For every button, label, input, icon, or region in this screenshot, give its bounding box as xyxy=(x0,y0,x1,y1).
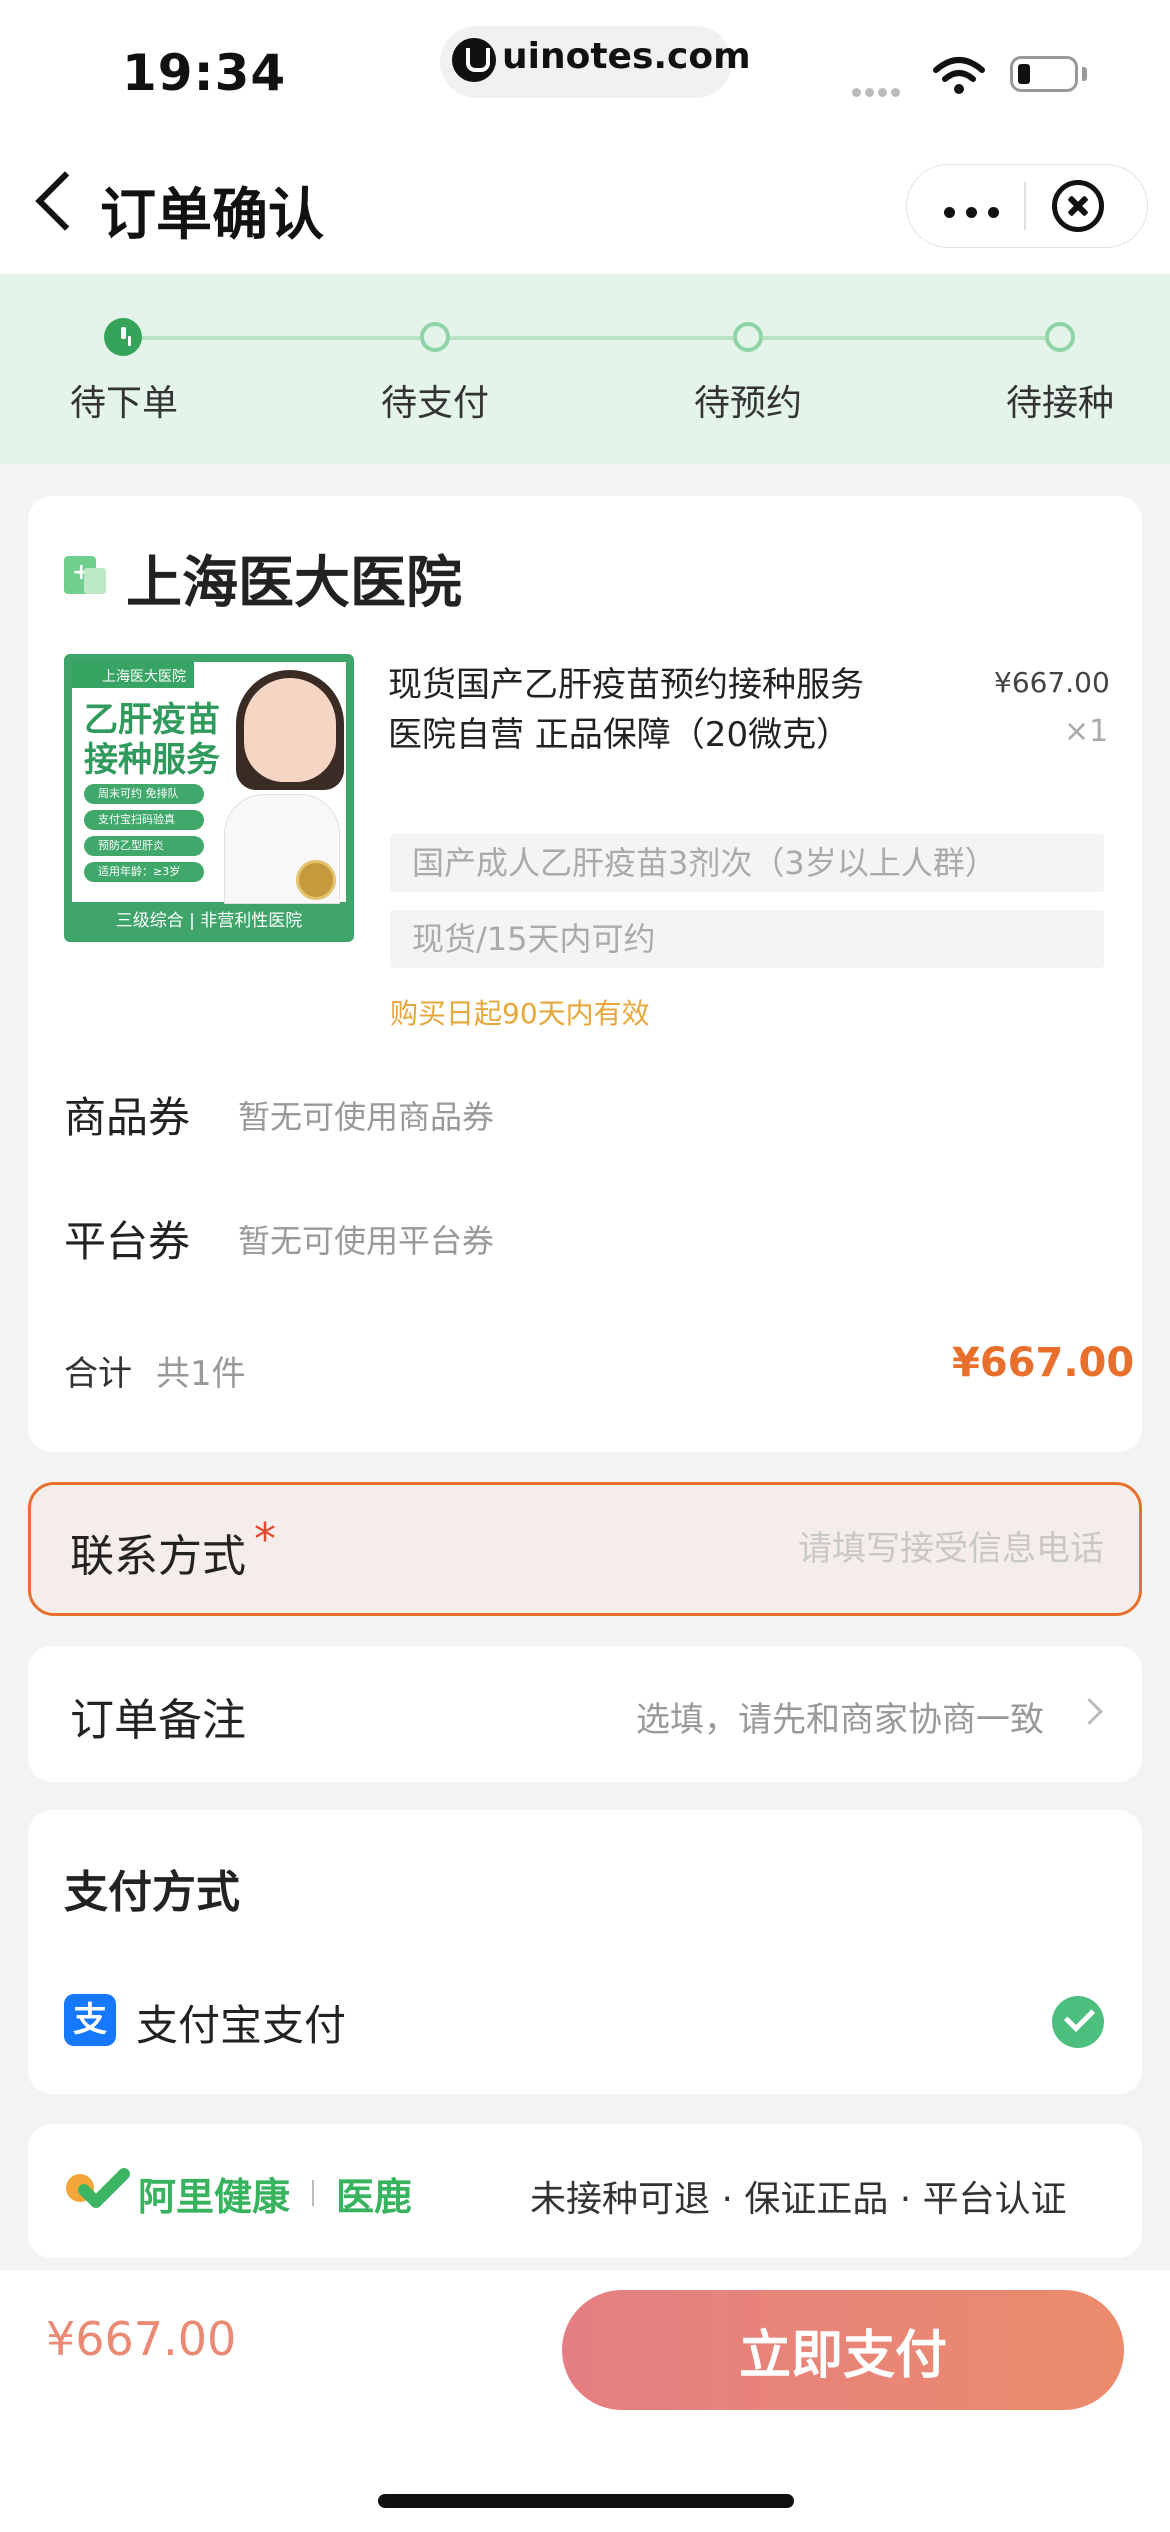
product-image-banner: 上海医大医院 xyxy=(72,662,194,688)
product-spec: 现货/15天内可约 xyxy=(390,910,1104,968)
hospital-name[interactable]: 上海医大医院 xyxy=(126,538,462,619)
product-image-feature: 支付宝扫码验真 xyxy=(84,810,204,830)
product-price: ¥667.00 xyxy=(994,666,1110,699)
wifi-icon xyxy=(933,57,985,94)
capsule-divider xyxy=(1024,182,1026,230)
step-label: 待下单 xyxy=(69,383,178,424)
remark-label: 订单备注 xyxy=(70,1695,246,1746)
total-amount: ¥667.00 xyxy=(952,1340,1135,1386)
page-title: 订单确认 xyxy=(100,183,324,248)
step-dot-pending-vaccination xyxy=(1045,322,1075,352)
total-label: 合计 xyxy=(64,1354,132,1394)
contact-phone-input[interactable] xyxy=(640,1520,1106,1578)
product-image-headline: 乙肝疫苗 接种服务 xyxy=(84,700,220,780)
required-mark: * xyxy=(254,1514,276,1565)
cellular-signal-icon xyxy=(852,82,904,101)
product-quantity: ×1 xyxy=(1064,714,1109,749)
product-image-feature: 适用年龄：≥3岁 xyxy=(84,862,204,882)
platform-coupon-label[interactable]: 平台券 xyxy=(64,1208,190,1269)
quality-seal-icon xyxy=(296,860,336,900)
url-text: uinotes.com xyxy=(502,36,751,77)
progress-line xyxy=(124,336,1060,340)
footer-total: ¥667.00 xyxy=(46,2312,237,2366)
site-logo-icon xyxy=(452,38,496,82)
brand-sub: 医鹿 xyxy=(336,2175,413,2219)
product-coupon-label[interactable]: 商品券 xyxy=(64,1084,190,1145)
remark-hint: 选填，请先和商家协商一致 xyxy=(636,1700,1044,1740)
alihealth-logo-icon xyxy=(66,2168,130,2208)
status-time: 19:34 xyxy=(122,44,287,102)
alipay-icon: 支 xyxy=(64,1994,116,2046)
step-label: 待支付 xyxy=(380,383,489,424)
home-indicator[interactable] xyxy=(378,2494,794,2508)
brand-divider xyxy=(312,2180,314,2206)
order-progress xyxy=(0,274,1170,464)
step-label: 待预约 xyxy=(693,383,802,424)
order-card xyxy=(28,496,1142,1452)
product-image-feature: 周末可约 免排队 xyxy=(84,784,204,804)
close-icon[interactable] xyxy=(1052,180,1104,232)
payment-title: 支付方式 xyxy=(64,1867,240,1918)
product-coupon-hint: 暂无可使用商品券 xyxy=(238,1098,495,1136)
pay-now-button[interactable]: 立即支付 xyxy=(562,2290,1124,2410)
step-dot-pending-payment xyxy=(420,322,450,352)
contact-label: 联系方式 xyxy=(70,1531,246,1582)
hospital-icon: + xyxy=(64,556,106,594)
platform-coupon-hint: 暂无可使用平台券 xyxy=(238,1222,495,1260)
step-label: 待接种 xyxy=(1005,383,1114,424)
validity-note: 购买日起90天内有效 xyxy=(390,997,650,1030)
product-name[interactable]: 现货国产乙肝疫苗预约接种服务 医院自营 正品保障（20微克） xyxy=(388,660,888,760)
product-image-footer: 三级综合 | 非营利性医院 xyxy=(115,911,303,931)
selected-check-icon[interactable] xyxy=(1052,1996,1104,2048)
product-spec: 国产成人乙肝疫苗3剂次（3岁以上人群） xyxy=(390,834,1104,892)
step-dot-pending-appointment xyxy=(733,322,763,352)
mini-program-capsule xyxy=(906,164,1148,248)
more-icon[interactable] xyxy=(944,203,1010,222)
battery-tip xyxy=(1082,67,1087,81)
total-count: 共1件 xyxy=(156,1354,246,1394)
guarantee-text: 未接种可退 · 保证正品 · 平台认证 xyxy=(530,2179,1067,2220)
battery-icon xyxy=(1010,56,1078,92)
alipay-label: 支付宝支付 xyxy=(136,2001,347,2050)
product-image[interactable]: 上海医大医院 乙肝疫苗 接种服务 周末可约 免排队 支付宝扫码验真 预防乙型肝炎 … xyxy=(64,654,354,942)
brand-name: 阿里健康 xyxy=(138,2175,291,2219)
step-dot-pending-order xyxy=(104,318,142,356)
product-image-feature: 预防乙型肝炎 xyxy=(84,836,204,856)
